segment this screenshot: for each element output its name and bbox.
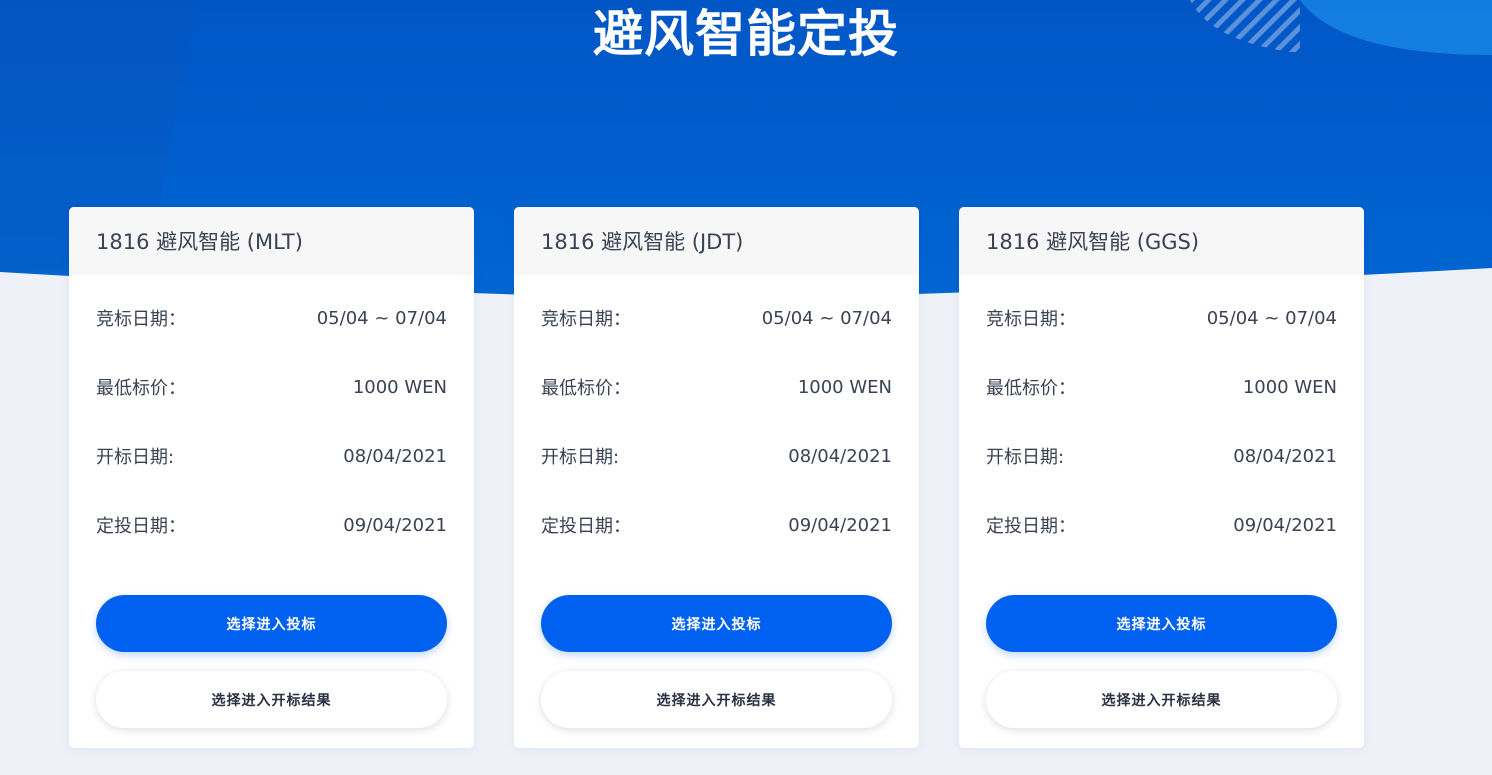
- row-label: 开标日期:: [541, 447, 620, 468]
- card-title: 1816 避风智能 (MLT): [69, 207, 474, 275]
- bid-date-row: 竞标日期： 05/04 ~ 07/04: [96, 303, 447, 333]
- row-label: 竞标日期：: [986, 309, 1076, 330]
- bid-card-jdt: 1816 避风智能 (JDT) 竞标日期： 05/04 ~ 07/04 最低标价…: [514, 207, 919, 748]
- row-value: 09/04/2021: [788, 514, 892, 536]
- card-title: 1816 避风智能 (GGS): [959, 207, 1364, 275]
- row-label: 最低标价：: [986, 378, 1076, 399]
- row-label: 最低标价：: [96, 378, 186, 399]
- row-value: 1000 WEN: [797, 376, 892, 398]
- view-results-button[interactable]: 选择进入开标结果: [986, 671, 1337, 728]
- enter-bid-button[interactable]: 选择进入投标: [96, 595, 447, 652]
- row-label: 最低标价：: [541, 378, 631, 399]
- open-date-row: 开标日期: 08/04/2021: [541, 441, 892, 471]
- page-title: 避风智能定投: [593, 5, 899, 63]
- row-label: 开标日期:: [986, 447, 1065, 468]
- row-label: 定投日期：: [986, 516, 1076, 537]
- enter-bid-button[interactable]: 选择进入投标: [986, 595, 1337, 652]
- view-results-button[interactable]: 选择进入开标结果: [96, 671, 447, 728]
- min-price-row: 最低标价： 1000 WEN: [986, 372, 1337, 402]
- open-date-row: 开标日期: 08/04/2021: [986, 441, 1337, 471]
- row-label: 定投日期：: [541, 516, 631, 537]
- row-value: 05/04 ~ 07/04: [1206, 307, 1337, 329]
- row-value: 1000 WEN: [1242, 376, 1337, 398]
- row-value: 08/04/2021: [343, 445, 447, 467]
- card-title: 1816 避风智能 (JDT): [514, 207, 919, 275]
- min-price-row: 最低标价： 1000 WEN: [541, 372, 892, 402]
- row-label: 开标日期:: [96, 447, 175, 468]
- open-date-row: 开标日期: 08/04/2021: [96, 441, 447, 471]
- invest-date-row: 定投日期： 09/04/2021: [541, 510, 892, 540]
- row-value: 05/04 ~ 07/04: [316, 307, 447, 329]
- enter-bid-button[interactable]: 选择进入投标: [541, 595, 892, 652]
- row-value: 05/04 ~ 07/04: [761, 307, 892, 329]
- row-label: 定投日期：: [96, 516, 186, 537]
- view-results-button[interactable]: 选择进入开标结果: [541, 671, 892, 728]
- bid-card-ggs: 1816 避风智能 (GGS) 竞标日期： 05/04 ~ 07/04 最低标价…: [959, 207, 1364, 748]
- row-value: 08/04/2021: [788, 445, 892, 467]
- invest-date-row: 定投日期： 09/04/2021: [96, 510, 447, 540]
- row-label: 竞标日期：: [96, 309, 186, 330]
- bid-date-row: 竞标日期： 05/04 ~ 07/04: [541, 303, 892, 333]
- row-value: 1000 WEN: [352, 376, 447, 398]
- bid-date-row: 竞标日期： 05/04 ~ 07/04: [986, 303, 1337, 333]
- row-value: 09/04/2021: [343, 514, 447, 536]
- bid-card-mlt: 1816 避风智能 (MLT) 竞标日期： 05/04 ~ 07/04 最低标价…: [69, 207, 474, 748]
- card-list: 1816 避风智能 (MLT) 竞标日期： 05/04 ~ 07/04 最低标价…: [0, 207, 1492, 748]
- row-label: 竞标日期：: [541, 309, 631, 330]
- invest-date-row: 定投日期： 09/04/2021: [986, 510, 1337, 540]
- min-price-row: 最低标价： 1000 WEN: [96, 372, 447, 402]
- row-value: 08/04/2021: [1233, 445, 1337, 467]
- row-value: 09/04/2021: [1233, 514, 1337, 536]
